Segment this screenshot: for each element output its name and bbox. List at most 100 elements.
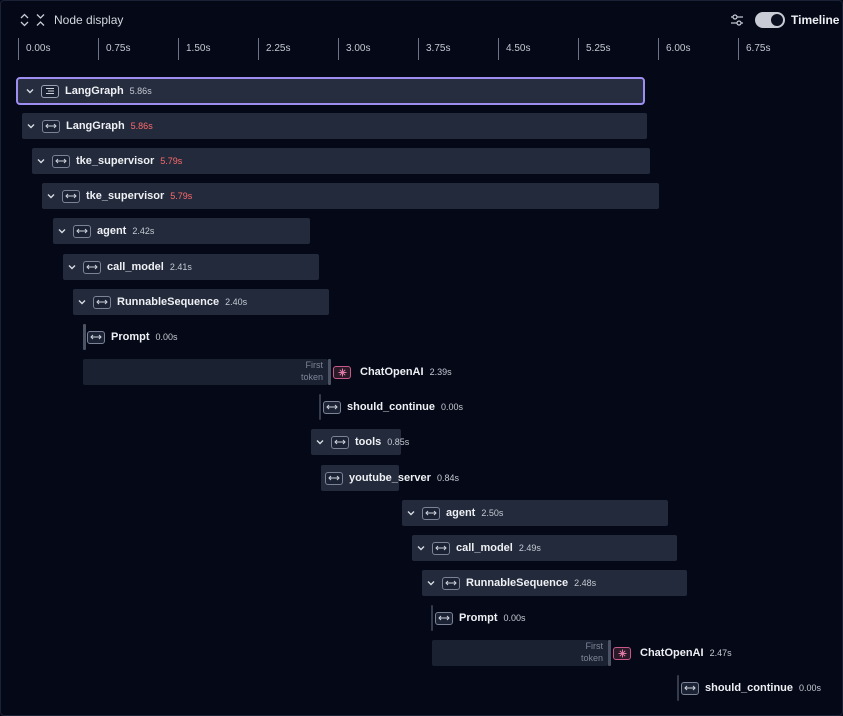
run-duration: 0.00s	[503, 613, 526, 623]
run-duration: 5.86s	[129, 86, 152, 96]
run-duration: 5.86s	[130, 121, 153, 131]
run-duration: 2.50s	[481, 508, 504, 518]
chain-icon	[422, 506, 440, 520]
trace-row[interactable]: call_model 2.49s	[0, 535, 843, 561]
run-bar-instant[interactable]	[677, 675, 679, 701]
toolbar: Node display Timeline	[0, 0, 843, 40]
run-name: call_model	[456, 542, 513, 554]
ruler-tick: 0.75s	[98, 38, 130, 60]
chain-icon	[323, 400, 341, 414]
trace-row[interactable]: Prompt 0.00s	[0, 324, 843, 350]
run-duration: 0.85s	[387, 437, 410, 447]
chain-icon	[73, 224, 91, 238]
trace-row[interactable]: tools 0.85s	[0, 429, 843, 455]
run-name: LangGraph	[65, 85, 124, 97]
node-display-label[interactable]: Node display	[54, 13, 123, 27]
trace-row[interactable]: RunnableSequence 2.40s	[0, 289, 843, 315]
ruler-tick: 0.00s	[18, 38, 50, 60]
run-name: RunnableSequence	[117, 296, 220, 308]
run-duration: 2.49s	[518, 543, 541, 553]
run-duration: 2.48s	[574, 578, 597, 588]
ruler-tick: 6.00s	[658, 38, 690, 60]
settings-sliders-icon[interactable]	[730, 13, 744, 27]
run-name: tke_supervisor	[86, 190, 165, 202]
chevron-down-icon[interactable]	[44, 189, 58, 203]
trace-row[interactable]: First token ChatOpenAI 2.47s	[0, 640, 843, 666]
chevron-down-icon[interactable]	[23, 84, 37, 98]
ruler-tick: 5.25s	[578, 38, 610, 60]
chevron-down-icon[interactable]	[414, 541, 428, 555]
trace-row[interactable]: tke_supervisor 5.79s	[0, 183, 843, 209]
chevron-down-icon[interactable]	[55, 224, 69, 238]
trace-row[interactable]: Prompt 0.00s	[0, 605, 843, 631]
chevron-down-icon[interactable]	[34, 154, 48, 168]
chain-icon	[432, 541, 450, 555]
chain-icon	[325, 471, 343, 485]
run-duration: 0.84s	[436, 473, 459, 483]
trace-row[interactable]: First token ChatOpenAI 2.39s	[0, 359, 843, 385]
ruler-tick: 1.50s	[178, 38, 210, 60]
trace-row[interactable]: RunnableSequence 2.48s	[0, 570, 843, 596]
chevron-down-icon[interactable]	[404, 506, 418, 520]
chevron-down-icon[interactable]	[313, 435, 327, 449]
chevron-down-icon[interactable]	[65, 260, 79, 274]
run-duration: 2.42s	[132, 226, 155, 236]
ruler-tick: 3.75s	[418, 38, 450, 60]
run-duration: 0.00s	[799, 683, 822, 693]
llm-icon	[333, 365, 351, 379]
run-bar-instant[interactable]	[431, 605, 433, 631]
run-duration: 5.79s	[160, 156, 183, 166]
trace-row[interactable]: tke_supervisor 5.79s	[0, 148, 843, 174]
run-duration: 2.41s	[169, 262, 192, 272]
trace-row[interactable]: call_model 2.41s	[0, 254, 843, 280]
run-name: youtube_server	[349, 472, 431, 484]
trace-row[interactable]: LangGraph 5.86s	[0, 77, 843, 105]
ruler-tick: 6.75s	[738, 38, 770, 60]
chain-icon	[331, 435, 349, 449]
run-name: RunnableSequence	[466, 577, 569, 589]
trace-row[interactable]: should_continue 0.00s	[0, 394, 843, 420]
chevron-down-icon[interactable]	[424, 576, 438, 590]
run-name: call_model	[107, 261, 164, 273]
run-bar-instant[interactable]	[83, 324, 86, 350]
collapse-all-icon[interactable]	[34, 13, 47, 27]
run-name: agent	[446, 507, 476, 519]
first-token-latency-bar: First token	[432, 640, 608, 666]
run-duration: 0.00s	[441, 402, 464, 412]
chain-icon	[442, 576, 460, 590]
chain-icon	[681, 681, 699, 695]
run-duration: 2.47s	[709, 648, 732, 658]
first-token-label: First token	[300, 360, 323, 382]
run-bar-instant[interactable]	[608, 640, 611, 666]
trace-row[interactable]: agent 2.50s	[0, 500, 843, 526]
run-duration: 2.39s	[429, 367, 452, 377]
trace-row[interactable]: should_continue 0.00s	[0, 675, 843, 701]
chevron-down-icon[interactable]	[24, 119, 38, 133]
run-bar-instant[interactable]	[328, 359, 331, 385]
run-bar-instant[interactable]	[319, 394, 321, 420]
expand-collapse-icon[interactable]	[18, 13, 31, 27]
ruler-tick: 3.00s	[338, 38, 370, 60]
run-name: ChatOpenAI	[640, 647, 704, 659]
ruler-tick: 2.25s	[258, 38, 290, 60]
llm-icon	[613, 646, 631, 660]
first-token-latency-bar: First token	[83, 359, 328, 385]
chain-icon	[87, 330, 105, 344]
toggle-knob	[771, 14, 783, 26]
run-duration: 5.79s	[170, 191, 193, 201]
run-name: Prompt	[459, 612, 498, 624]
timeline-toggle[interactable]	[755, 12, 785, 28]
run-name: Prompt	[111, 331, 150, 343]
run-name: ChatOpenAI	[360, 366, 424, 378]
run-name: tke_supervisor	[76, 155, 155, 167]
trace-row[interactable]: LangGraph 5.86s	[0, 113, 843, 139]
trace-row[interactable]: agent 2.42s	[0, 218, 843, 244]
chain-icon	[83, 260, 101, 274]
run-duration: 0.00s	[155, 332, 178, 342]
chain-icon	[42, 119, 60, 133]
run-duration: 2.40s	[225, 297, 248, 307]
trace-row[interactable]: youtube_server 0.84s	[0, 465, 843, 491]
run-name: should_continue	[705, 682, 793, 694]
graph-icon	[41, 84, 59, 98]
chevron-down-icon[interactable]	[75, 295, 89, 309]
